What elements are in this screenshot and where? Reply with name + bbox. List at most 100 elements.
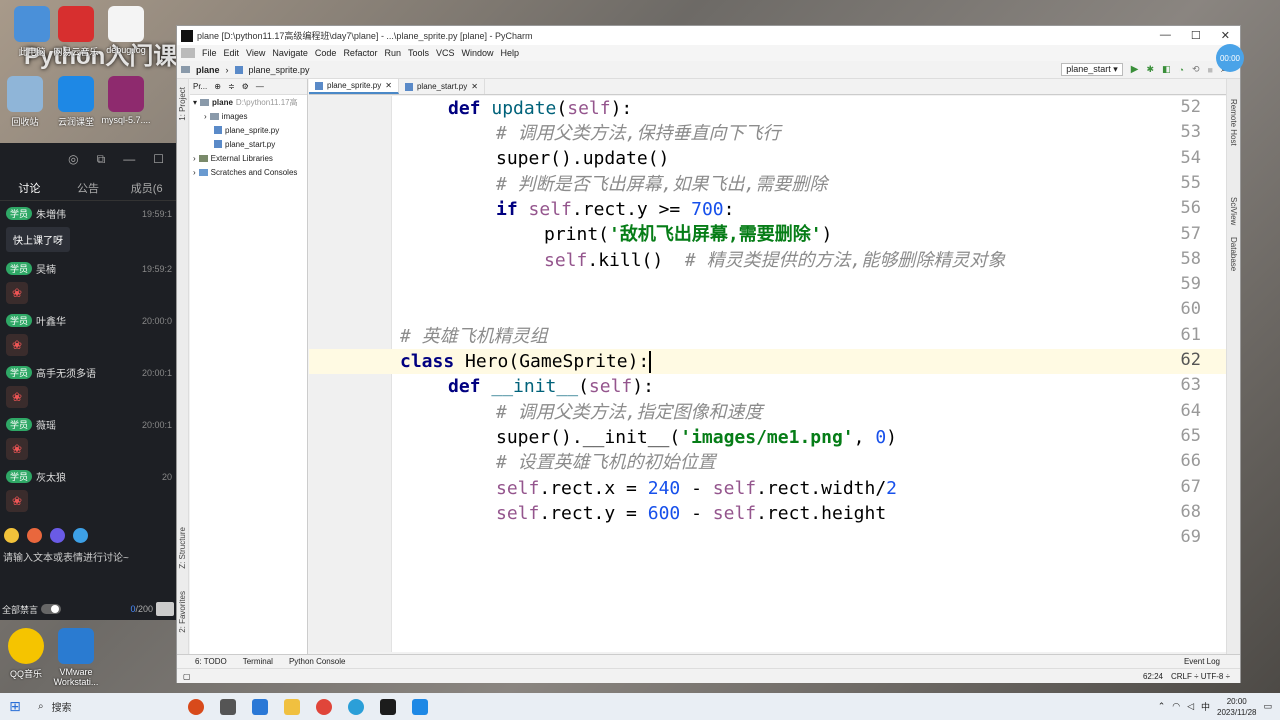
tab-members[interactable]: 成员(6 bbox=[117, 180, 176, 196]
minimize-button[interactable]: — bbox=[1160, 29, 1171, 42]
windows-start-icon[interactable]: ⊞ bbox=[0, 698, 30, 715]
taskbar-app-classroom[interactable] bbox=[404, 693, 436, 720]
locate-icon[interactable]: ⊕ bbox=[214, 82, 221, 91]
tool-terminal[interactable]: Terminal bbox=[243, 657, 273, 666]
close-icon[interactable]: ✕ bbox=[471, 82, 478, 91]
chrome-icon bbox=[316, 698, 332, 715]
hide-icon[interactable]: — bbox=[256, 82, 264, 91]
debug-icon[interactable]: ✱ bbox=[1146, 64, 1154, 75]
breadcrumb-file[interactable]: plane_sprite.py bbox=[249, 65, 310, 75]
chat-message: 学员 高手无须多语 20:00:1 ❀ bbox=[0, 360, 176, 412]
tab-discussion[interactable]: 讨论 bbox=[0, 180, 59, 196]
tool-database[interactable]: Database bbox=[1229, 237, 1238, 271]
tool-sciview[interactable]: SciView bbox=[1229, 197, 1238, 225]
tree-item-plane-start[interactable]: plane_start.py bbox=[190, 137, 307, 151]
profile-icon[interactable]: ◔ bbox=[1179, 65, 1184, 75]
maximize-icon[interactable]: ☐ bbox=[153, 152, 164, 166]
taskbar-app-media[interactable] bbox=[180, 693, 212, 720]
minimize-icon[interactable]: — bbox=[123, 152, 135, 166]
tool-python-console[interactable]: Python Console bbox=[289, 657, 345, 666]
code-line-52: def update(self): bbox=[448, 98, 633, 119]
taskbar-app-chrome[interactable] bbox=[308, 693, 340, 720]
menu-tools[interactable]: Tools bbox=[408, 48, 429, 58]
run-config-select[interactable]: plane_start ▾ bbox=[1061, 63, 1123, 76]
chat-input[interactable]: 请输入文本或表情进行讨论~ bbox=[3, 549, 129, 564]
menu-view[interactable]: View bbox=[246, 48, 265, 58]
line-gutter bbox=[309, 96, 392, 652]
desktop-icon-debug-log[interactable]: debug.log bbox=[96, 6, 156, 55]
image-icon[interactable] bbox=[73, 528, 88, 543]
tool-event-log[interactable]: Event Log bbox=[1184, 657, 1240, 666]
tool-favorites[interactable]: 2: Favorites bbox=[178, 591, 187, 633]
notification-icon[interactable]: ▭ bbox=[1263, 701, 1272, 712]
tool-remote-host[interactable]: Remote Host bbox=[1229, 99, 1238, 146]
taskbar-app-pycharm[interactable] bbox=[372, 693, 404, 720]
ime-indicator[interactable]: 中 bbox=[1201, 700, 1210, 713]
collapse-icon[interactable]: ≑ bbox=[228, 82, 235, 91]
tree-item-scratches[interactable]: › Scratches and Consoles bbox=[190, 165, 307, 179]
taskbar-search[interactable]: ⌕ 搜索 bbox=[30, 699, 180, 714]
popout-icon[interactable]: ⧉ bbox=[97, 152, 106, 167]
role-badge: 学员 bbox=[6, 418, 33, 431]
menu-help[interactable]: Help bbox=[501, 48, 520, 58]
taskbar-app-edge[interactable] bbox=[340, 693, 372, 720]
send-button[interactable] bbox=[156, 602, 174, 616]
menu-run[interactable]: Run bbox=[384, 48, 401, 58]
menu-navigate[interactable]: Navigate bbox=[272, 48, 308, 58]
tab-plane-sprite[interactable]: plane_sprite.py ✕ bbox=[309, 79, 399, 94]
menu-vcs[interactable]: VCS bbox=[436, 48, 455, 58]
coverage-icon[interactable]: ◧ bbox=[1162, 64, 1171, 75]
clock[interactable]: 20:00 2023/11/28 bbox=[1217, 696, 1256, 718]
code-line-58: self.kill() # 精灵类提供的方法,能够删除精灵对象 bbox=[544, 250, 1006, 271]
settings-icon[interactable]: ◎ bbox=[68, 152, 78, 166]
maximize-button[interactable]: ☐ bbox=[1191, 29, 1201, 42]
code-line-64: # 调用父类方法,指定图像和速度 bbox=[496, 402, 763, 423]
chat-message: 学员 朱増伟 19:59:1 快上课了呀 bbox=[0, 201, 176, 256]
right-tool-strip: Remote Host SciView Database bbox=[1226, 79, 1240, 654]
flower-icon[interactable] bbox=[27, 528, 42, 543]
code-line-63: def __init__(self): bbox=[448, 376, 654, 397]
chevron-down-icon: ▾ bbox=[193, 97, 198, 107]
tree-item-external-libraries[interactable]: › External Libraries bbox=[190, 151, 307, 165]
desktop-icon-vmware[interactable]: VMware Workstati... bbox=[46, 628, 106, 687]
taskbar-app-windows[interactable] bbox=[244, 693, 276, 720]
close-button[interactable]: ✕ bbox=[1221, 29, 1230, 42]
chat-tabs: 讨论 公告 成员(6 bbox=[0, 175, 176, 201]
status-indicator-icon[interactable]: ▢ bbox=[183, 672, 191, 681]
menu-file[interactable]: File bbox=[202, 48, 217, 58]
caret-position[interactable]: 62:24 bbox=[1143, 672, 1163, 681]
network-icon[interactable]: ◠ bbox=[1172, 701, 1180, 712]
close-icon[interactable]: ✕ bbox=[385, 81, 392, 90]
taskbar-app-explorer[interactable] bbox=[276, 693, 308, 720]
text-caret bbox=[649, 351, 652, 373]
stop-icon[interactable]: ■ bbox=[1208, 65, 1213, 75]
tray-expand-icon[interactable]: ⌃ bbox=[1158, 701, 1166, 712]
taskbar-app-taskview[interactable] bbox=[212, 693, 244, 720]
tab-plane-start[interactable]: plane_start.py ✕ bbox=[399, 79, 485, 94]
tab-announcement[interactable]: 公告 bbox=[59, 180, 118, 196]
mute-all-toggle[interactable] bbox=[41, 604, 62, 614]
encoding[interactable]: CRLF ÷ UTF-8 ÷ bbox=[1171, 672, 1230, 681]
project-view-select[interactable]: Pr... bbox=[193, 82, 207, 91]
like-icon[interactable] bbox=[50, 528, 65, 543]
build-icon[interactable]: ⟲ bbox=[1192, 64, 1200, 75]
code-editor[interactable]: 52 53 54 55 56 57 58 59 60 61 62 63 64 65 66 67 68 69 def… bbox=[309, 96, 1227, 652]
tool-todo[interactable]: 6: TODO bbox=[195, 657, 227, 666]
desktop-icon-mysql[interactable]: mysql-5.7.... bbox=[96, 76, 156, 125]
menu-code[interactable]: Code bbox=[315, 48, 337, 58]
tree-item-images[interactable]: › images bbox=[190, 109, 307, 123]
tool-structure[interactable]: Z: Structure bbox=[178, 527, 187, 569]
emoji-icon[interactable] bbox=[4, 528, 19, 543]
gear-icon[interactable]: ⚙ bbox=[242, 82, 249, 91]
run-icon[interactable]: ▶ bbox=[1131, 64, 1139, 75]
tool-project[interactable]: 1: Project bbox=[178, 87, 187, 121]
menu-refactor[interactable]: Refactor bbox=[343, 48, 377, 58]
tree-item-plane[interactable]: ▾ plane D:\python11.17高 bbox=[190, 95, 307, 109]
role-badge: 学员 bbox=[6, 314, 33, 327]
system-tray: ⌃ ◠ ◁ 中 20:00 2023/11/28 ▭ bbox=[1158, 696, 1280, 718]
volume-icon[interactable]: ◁ bbox=[1187, 701, 1194, 712]
menu-window[interactable]: Window bbox=[462, 48, 494, 58]
breadcrumb-project[interactable]: plane bbox=[196, 65, 220, 75]
menu-edit[interactable]: Edit bbox=[224, 48, 240, 58]
tree-item-plane-sprite[interactable]: plane_sprite.py bbox=[190, 123, 307, 137]
